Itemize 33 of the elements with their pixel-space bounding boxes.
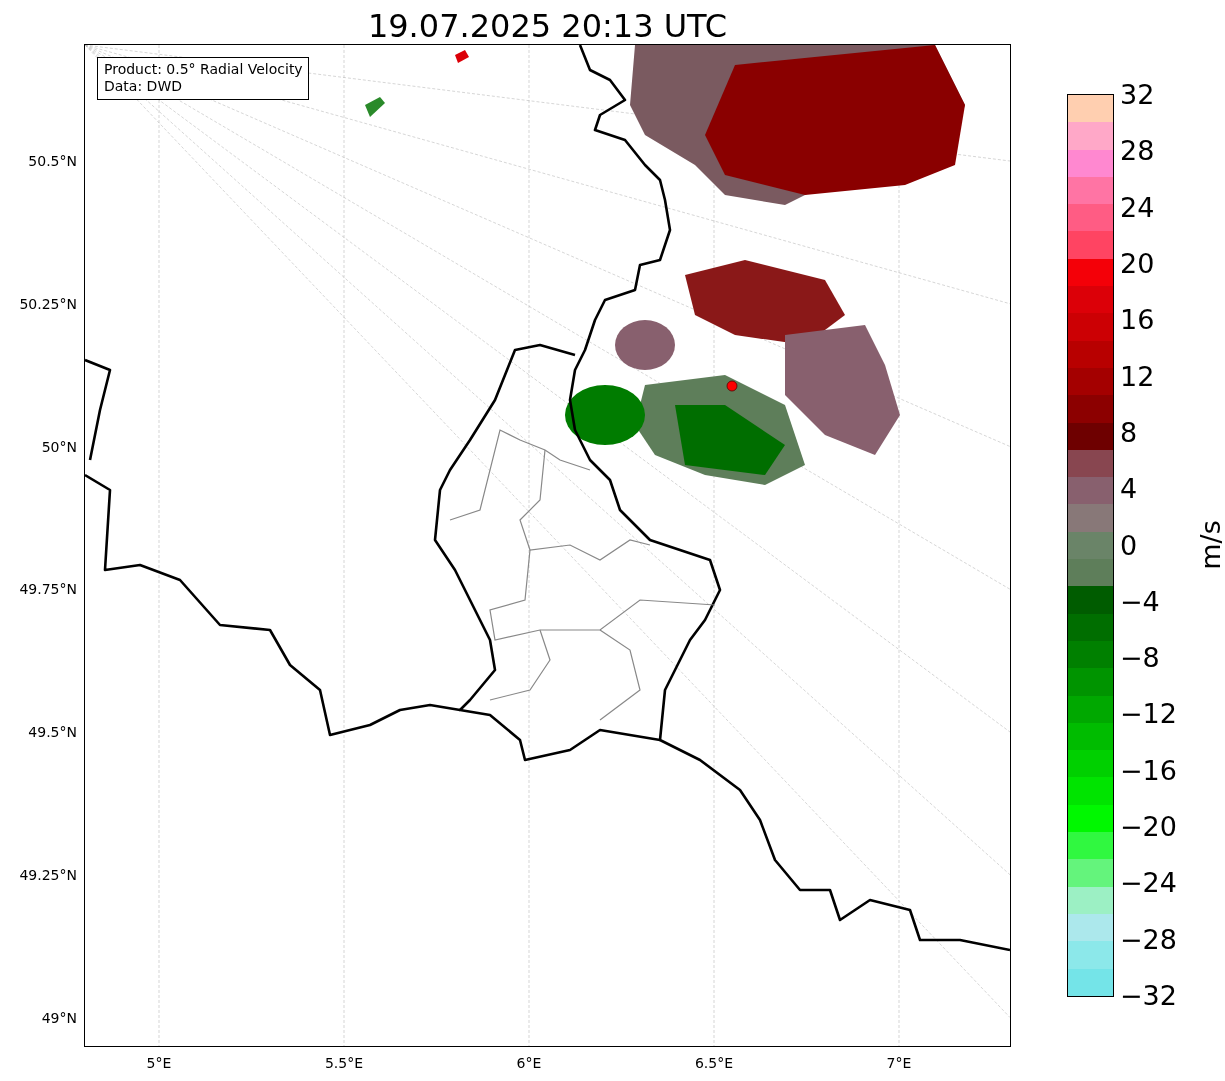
colorbar-tick-label: −4 <box>1120 586 1160 617</box>
axis-tick-label: 49.75°N <box>19 581 77 598</box>
colorbar-tick-label: 0 <box>1120 530 1138 561</box>
axis-tick-label: 50.25°N <box>19 295 77 312</box>
colorbar-tick-label: −12 <box>1120 699 1177 730</box>
axis-tick-label: 6°E <box>516 1055 542 1071</box>
colorbar-tick-label: −24 <box>1120 868 1177 899</box>
colorbar-tick-label: 12 <box>1120 361 1155 392</box>
colorbar-tick-label: −16 <box>1120 755 1177 786</box>
colorbar-label: m/s <box>1195 520 1225 570</box>
chart-title: 19.07.2025 20:13 UTC <box>366 6 729 45</box>
colorbar-tick-label: −20 <box>1120 812 1177 843</box>
legend-text: Data: DWD <box>104 78 183 95</box>
axis-tick-label: 50°N <box>41 438 77 455</box>
colorbar-tick-label: 16 <box>1120 305 1155 336</box>
colorbar-tick-label: 28 <box>1120 136 1155 167</box>
axis-tick-label: 49.25°N <box>19 866 77 883</box>
colorbar-tick-label: 32 <box>1120 80 1155 110</box>
axis-tick-label: 49.5°N <box>28 724 77 740</box>
colorbar-tick-label: 4 <box>1120 474 1138 505</box>
colorbar-tick-label: −32 <box>1120 981 1177 1011</box>
colorbar-tick-label: −8 <box>1120 643 1160 674</box>
colorbar-tick-label: −28 <box>1120 924 1177 955</box>
axis-tick-label: 7°E <box>886 1055 912 1071</box>
axis-tick-label: 5°E <box>146 1055 172 1071</box>
axis-tick-label: 6.5°E <box>694 1055 734 1071</box>
axis-tick-label: 49°N <box>41 1009 77 1026</box>
axis-tick-label: 50.5°N <box>28 153 77 169</box>
colorbar-tick-label: 24 <box>1120 192 1155 223</box>
legend-text: Product: 0.5° Radial Velocity <box>104 61 303 78</box>
colorbar-tick-label: 8 <box>1120 417 1138 448</box>
colorbar-tick-label: 20 <box>1120 248 1155 279</box>
axis-tick-label: 5.5°E <box>324 1055 364 1071</box>
